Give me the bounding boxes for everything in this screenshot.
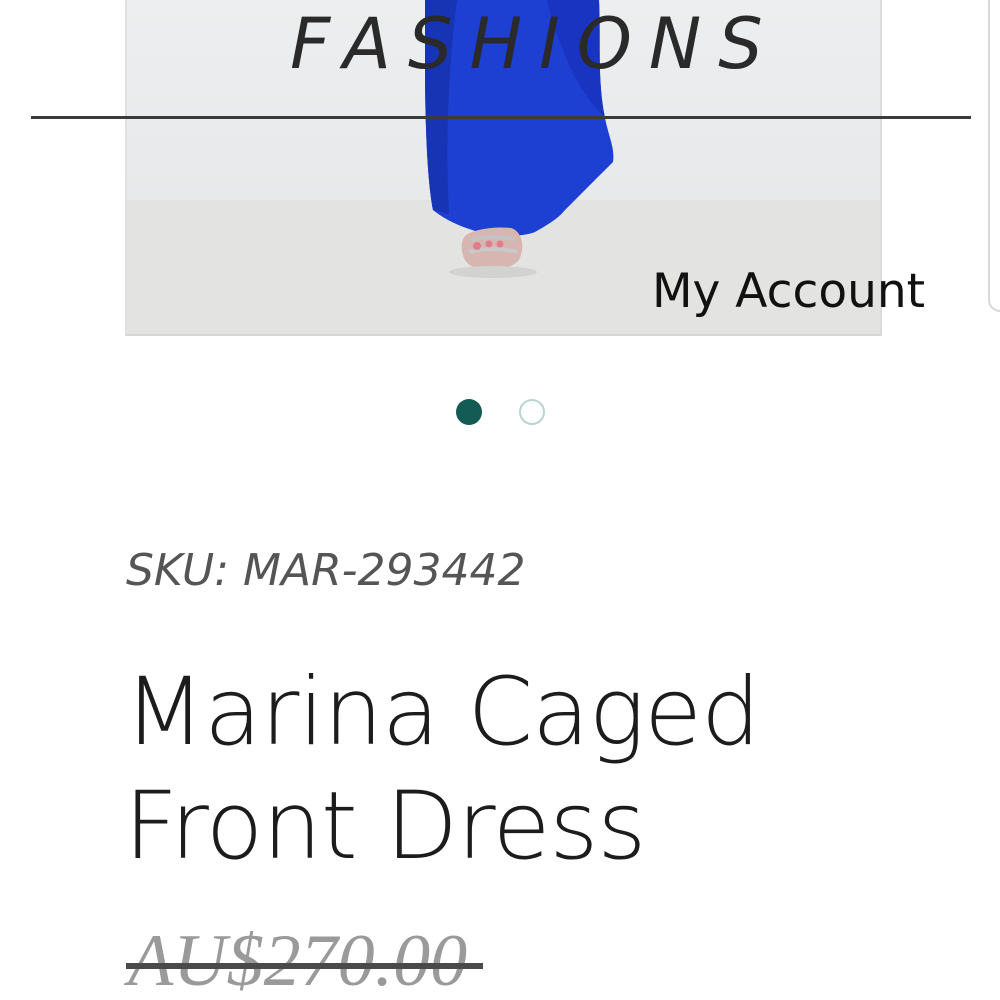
scroll-indicator bbox=[988, 0, 1000, 312]
brand-wordmark[interactable]: FASHIONS bbox=[290, 2, 763, 86]
header-divider bbox=[31, 116, 971, 119]
product-sku: SKU: MAR-293442 bbox=[126, 545, 526, 596]
my-account-link[interactable]: My Account bbox=[652, 262, 925, 322]
product-page: FASHIONS My Account SKU: MAR-293442 Mari… bbox=[0, 0, 1000, 1000]
price-strikethrough bbox=[126, 963, 484, 969]
product-title: Marina Caged Front Dress bbox=[124, 658, 761, 881]
original-price-value: AU$270.00 bbox=[128, 920, 468, 1000]
carousel-dot-2[interactable] bbox=[519, 399, 545, 425]
carousel-dot-1[interactable] bbox=[456, 399, 482, 425]
carousel-dots bbox=[455, 399, 555, 431]
original-price: AU$270.00 bbox=[126, 916, 484, 1000]
